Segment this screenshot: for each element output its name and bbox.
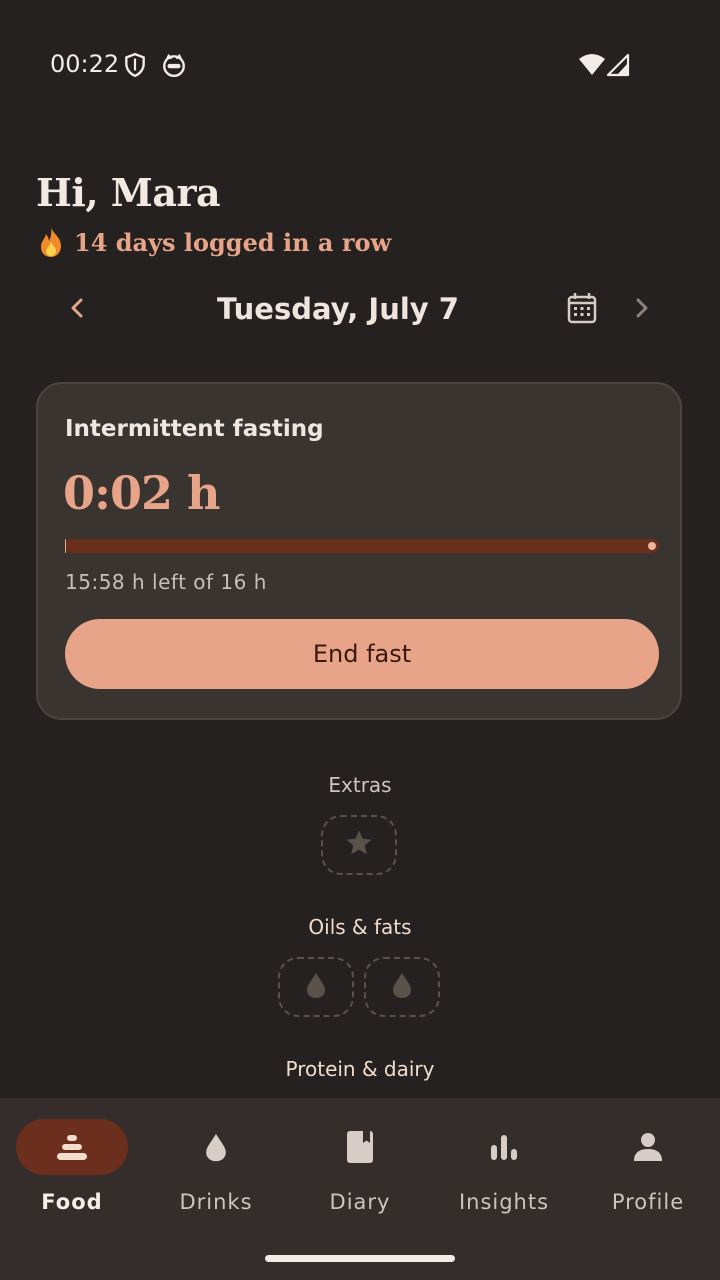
fasting-progress-bar bbox=[65, 539, 659, 553]
fasting-remaining: 15:58 h left of 16 h bbox=[65, 570, 267, 594]
cell-signal-icon bbox=[606, 52, 632, 78]
oils-fats-slot-1[interactable] bbox=[278, 957, 354, 1017]
nav-label-drinks: Drinks bbox=[179, 1190, 253, 1214]
end-fast-button[interactable]: End fast bbox=[65, 619, 659, 689]
greeting-title: Hi, Mara bbox=[36, 170, 221, 215]
section-label-protein-dairy: Protein & dairy bbox=[285, 1057, 435, 1081]
section-label-oils-fats: Oils & fats bbox=[308, 915, 412, 939]
section-label-extras: Extras bbox=[328, 773, 392, 797]
nav-label-profile: Profile bbox=[611, 1190, 685, 1214]
fasting-progress-fill bbox=[65, 539, 67, 553]
star-icon bbox=[344, 828, 374, 863]
flame-icon bbox=[36, 226, 66, 258]
calendar-icon bbox=[567, 292, 597, 329]
shield-icon bbox=[122, 52, 148, 78]
oils-fats-slot-2[interactable] bbox=[364, 957, 440, 1017]
nav-label-insights: Insights bbox=[458, 1190, 550, 1214]
calendar-button[interactable] bbox=[562, 290, 602, 330]
streak-message: 14 days logged in a row bbox=[36, 226, 391, 258]
nav-label-food: Food bbox=[41, 1190, 103, 1214]
nav-item-profile[interactable]: Profile bbox=[576, 1098, 720, 1238]
droplet-icon bbox=[305, 971, 327, 1004]
streak-text: 14 days logged in a row bbox=[74, 227, 392, 257]
next-day-button[interactable] bbox=[622, 290, 662, 330]
fasting-progress-end-dot bbox=[648, 542, 656, 550]
nav-item-insights[interactable]: Insights bbox=[432, 1098, 576, 1238]
fasting-card: Intermittent fasting 0:02 h 15:58 h left… bbox=[36, 382, 682, 720]
chevron-right-icon bbox=[632, 296, 652, 325]
status-time: 00:22 bbox=[50, 50, 120, 78]
extras-slot[interactable] bbox=[321, 815, 397, 875]
fasting-timer: 0:02 h bbox=[63, 466, 220, 520]
nav-item-food[interactable]: Food bbox=[0, 1098, 144, 1238]
fasting-title: Intermittent fasting bbox=[65, 416, 324, 442]
person-icon bbox=[628, 1127, 668, 1167]
nav-item-drinks[interactable]: Drinks bbox=[144, 1098, 288, 1238]
nav-item-diary[interactable]: Diary bbox=[288, 1098, 432, 1238]
bar-chart-icon bbox=[484, 1127, 524, 1167]
droplet-icon bbox=[391, 971, 413, 1004]
wifi-icon bbox=[578, 52, 606, 78]
droplet-icon bbox=[196, 1127, 236, 1167]
home-indicator[interactable] bbox=[265, 1255, 455, 1262]
cat-face-icon bbox=[161, 52, 187, 78]
nav-label-diary: Diary bbox=[329, 1190, 391, 1214]
bottom-navigation: Food Drinks Diary Insights Profile bbox=[0, 1098, 720, 1280]
book-icon bbox=[340, 1127, 380, 1167]
food-stack-icon bbox=[52, 1127, 92, 1167]
